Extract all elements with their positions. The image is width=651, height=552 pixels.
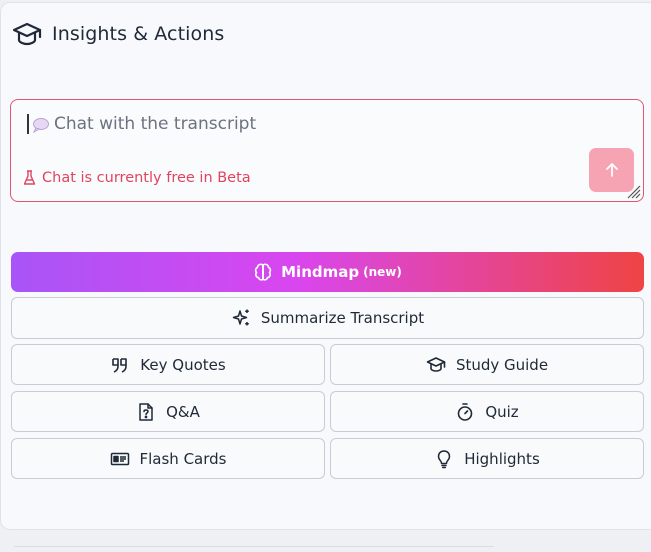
highlights-button[interactable]: Highlights [330,438,644,479]
new-tag: (new) [363,265,402,279]
highlights-label: Highlights [464,449,540,468]
graduation-cap-icon [426,356,446,372]
arrow-up-icon [605,163,618,177]
quote-icon [112,357,128,373]
insights-panel: Insights & Actions Chat with the transcr… [0,2,651,530]
key-quotes-label: Key Quotes [140,355,226,374]
beta-notice: Chat is currently free in Beta [23,170,251,186]
graduation-cap-icon [12,22,42,46]
flash-cards-label: Flash Cards [139,449,227,468]
chat-input[interactable]: Chat with the transcript [54,114,256,134]
study-guide-button[interactable]: Study Guide [330,344,644,385]
sparkles-icon [232,309,249,326]
speech-bubble-icon [32,118,49,133]
lightbulb-icon [437,449,451,468]
chat-input-box[interactable]: Chat with the transcript Chat is current… [10,99,644,202]
qa-button[interactable]: Q&A [11,391,325,432]
panel-title: Insights & Actions [52,23,225,45]
id-card-icon [110,452,129,465]
timer-icon [458,402,473,421]
quiz-button[interactable]: Quiz [330,391,644,432]
study-guide-label: Study Guide [455,355,549,374]
qa-label: Q&A [166,402,200,421]
mindmap-label: Mindmap [281,263,360,281]
lower-panel-edge [14,546,494,552]
key-quotes-button[interactable]: Key Quotes [11,344,325,385]
flask-icon [23,170,36,185]
summarize-label: Summarize Transcript [260,309,425,327]
summarize-transcript-button[interactable]: Summarize Transcript [11,297,644,339]
flash-cards-button[interactable]: Flash Cards [11,438,325,479]
panel-header: Insights & Actions [12,21,224,47]
text-caret [27,114,29,134]
quiz-label: Quiz [485,402,519,421]
file-question-icon [139,402,153,421]
beta-notice-text: Chat is currently free in Beta [42,170,251,186]
brain-icon [254,263,272,281]
mindmap-button[interactable]: Mindmap (new) [11,252,644,292]
resize-handle[interactable] [625,183,641,199]
